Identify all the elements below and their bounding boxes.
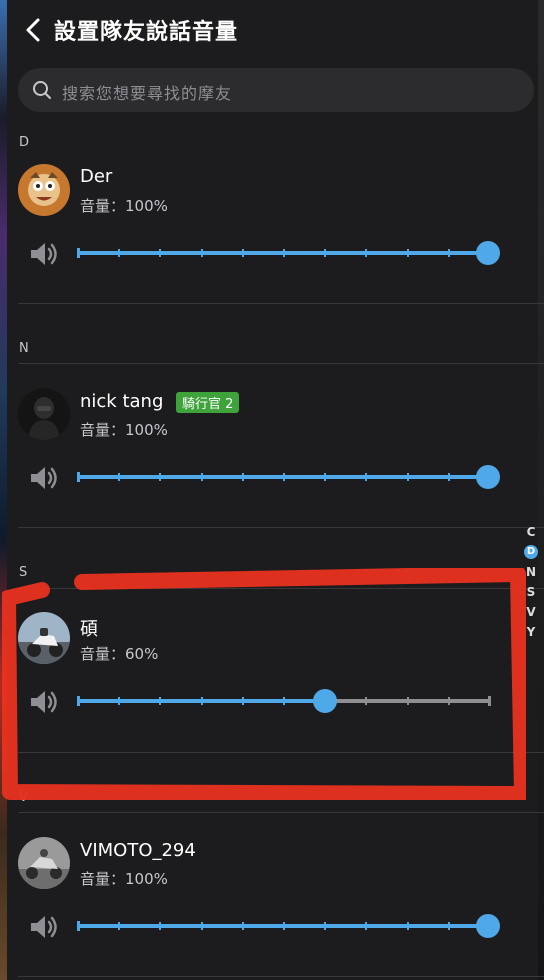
slider-tick	[118, 249, 121, 257]
volume-text: 音量：60%	[80, 645, 159, 663]
divider	[18, 588, 544, 589]
slider-tick	[159, 249, 162, 257]
slider-tick	[447, 249, 450, 257]
index-letter-y[interactable]: Y	[524, 622, 538, 642]
divider	[18, 976, 544, 977]
highlight-annotation	[2, 568, 526, 800]
alphabet-index[interactable]: CDNSVY	[524, 522, 538, 642]
search-icon	[33, 81, 51, 99]
avatar[interactable]	[18, 164, 70, 216]
chevron-left-icon[interactable]	[22, 17, 44, 43]
slider-end-cap	[488, 696, 491, 706]
slider-start-cap	[77, 696, 80, 706]
slider-tick	[406, 697, 409, 705]
page-title: 設置隊友說話音量	[54, 20, 239, 45]
slider-tick	[324, 922, 327, 930]
slider-tick	[200, 697, 203, 705]
slider-tick	[447, 473, 450, 481]
slider-tick	[365, 922, 368, 930]
avatar[interactable]	[18, 837, 70, 889]
slider-tick	[283, 473, 285, 481]
header: 設置隊友說話音量	[0, 0, 544, 60]
slider-tick	[118, 922, 121, 930]
slider-tick	[159, 922, 162, 930]
speaker-icon	[31, 691, 57, 713]
section-letter-s: S	[19, 565, 28, 580]
slider-start-cap	[77, 472, 80, 482]
search-placeholder: 搜索您想要尋找的摩友	[62, 84, 233, 103]
slider-start-cap	[77, 248, 80, 258]
divider	[18, 812, 544, 813]
slider-tick	[200, 249, 203, 257]
slider-tick	[283, 922, 285, 930]
speaker-icon	[31, 916, 57, 938]
slider-start-cap	[77, 921, 80, 931]
divider	[18, 527, 544, 528]
divider	[18, 363, 544, 364]
slider-tick	[324, 473, 327, 481]
slider-tick	[241, 249, 244, 257]
friend-name: Der	[80, 166, 113, 187]
rank-badge: 騎行官 2	[176, 392, 240, 413]
avatar[interactable]	[18, 388, 70, 440]
friend-name: VIMOTO_294	[80, 840, 196, 861]
volume-text: 音量：100%	[80, 870, 168, 888]
slider-tick	[118, 473, 121, 481]
section-letter-v: V	[19, 790, 28, 805]
index-letter-s[interactable]: S	[524, 582, 538, 602]
slider-tick	[365, 697, 368, 705]
speaker-icon	[31, 243, 57, 265]
slider-tick	[159, 473, 162, 481]
index-letter-n[interactable]: N	[524, 562, 538, 582]
volume-slider[interactable]	[77, 911, 500, 941]
volume-slider[interactable]	[77, 462, 500, 492]
slider-thumb[interactable]	[476, 465, 500, 489]
friend-name: nick tang	[80, 391, 164, 412]
volume-text: 音量：100%	[80, 421, 168, 439]
volume-slider[interactable]	[77, 686, 491, 716]
slider-tick	[283, 249, 285, 257]
slider-tick	[241, 697, 244, 705]
slider-tick	[406, 249, 409, 257]
slider-tick	[447, 697, 450, 705]
section-letter-n: N	[19, 341, 29, 356]
right-edge-strip	[538, 0, 544, 980]
slider-thumb[interactable]	[476, 241, 500, 265]
volume-text: 音量：100%	[80, 197, 168, 215]
slider-tick	[241, 922, 244, 930]
slider-tick	[324, 249, 327, 257]
divider	[18, 752, 544, 753]
slider-tick	[447, 922, 450, 930]
slider-tick	[365, 473, 368, 481]
volume-slider[interactable]	[77, 238, 500, 268]
slider-tick	[365, 249, 368, 257]
speaker-icon	[31, 467, 57, 489]
slider-tick	[200, 922, 203, 930]
slider-tick	[200, 473, 203, 481]
index-letter-d[interactable]: D	[524, 545, 538, 559]
index-letter-v[interactable]: V	[524, 602, 538, 622]
slider-thumb[interactable]	[476, 914, 500, 938]
friend-name: 碩	[80, 619, 98, 640]
divider	[18, 303, 544, 304]
slider-tick	[283, 697, 285, 705]
slider-tick	[159, 697, 162, 705]
avatar[interactable]	[18, 612, 70, 664]
search-bar[interactable]: 搜索您想要尋找的摩友	[18, 68, 534, 112]
slider-tick	[241, 473, 244, 481]
section-letter-d: D	[19, 135, 30, 150]
slider-tick	[406, 922, 409, 930]
slider-tick	[406, 473, 409, 481]
slider-tick	[118, 697, 121, 705]
left-edge-strip	[0, 0, 7, 980]
slider-thumb[interactable]	[313, 689, 338, 713]
index-letter-c[interactable]: C	[524, 522, 538, 542]
